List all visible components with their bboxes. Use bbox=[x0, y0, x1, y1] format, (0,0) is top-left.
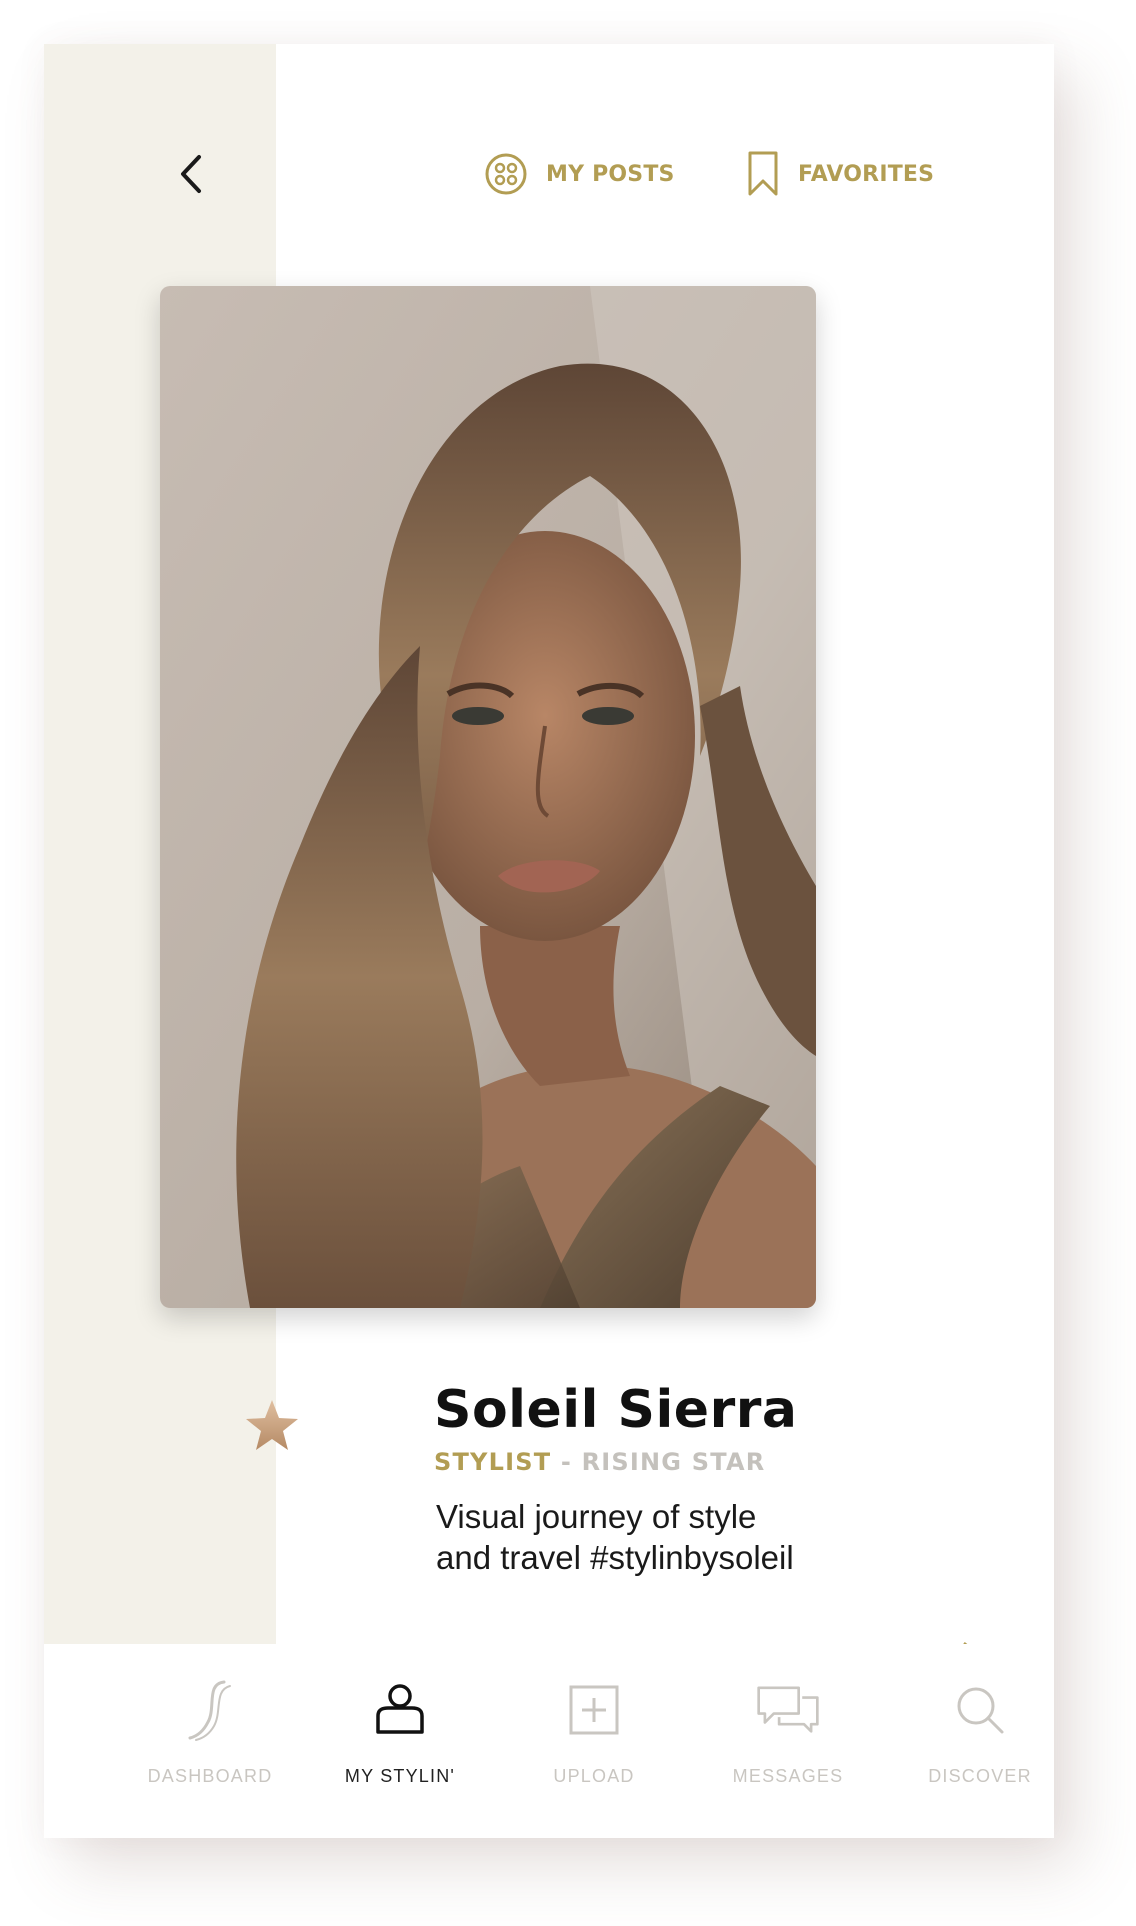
tab-discover-label: DISCOVER bbox=[928, 1766, 1032, 1786]
chevron-left-icon bbox=[181, 155, 201, 193]
tab-discover[interactable]: DISCOVER bbox=[890, 1678, 1054, 1808]
search-icon bbox=[957, 1687, 1004, 1734]
bio-line-2: and travel #stylinbysoleil bbox=[436, 1539, 794, 1576]
profile-name: Soleil Sierra bbox=[434, 1380, 798, 1440]
plus-square-icon bbox=[569, 1685, 619, 1735]
profile-role: STYLIST - RISING STAR bbox=[434, 1448, 765, 1476]
tab-upload[interactable]: UPLOAD bbox=[504, 1678, 684, 1808]
swoosh-icon bbox=[188, 1680, 231, 1741]
tab-dashboard-label: DASHBOARD bbox=[147, 1766, 273, 1786]
tab-my-stylin[interactable]: MY STYLIN' bbox=[310, 1678, 490, 1808]
favorites-button[interactable]: FAVORITES bbox=[746, 146, 934, 202]
tab-dashboard[interactable]: DASHBOARD bbox=[120, 1678, 300, 1808]
chat-bubbles-icon bbox=[757, 1686, 819, 1733]
bio-line-1: Visual journey of style bbox=[436, 1498, 757, 1535]
my-posts-label: MY POSTS bbox=[546, 161, 675, 187]
favorites-label: FAVORITES bbox=[798, 161, 935, 187]
role-secondary: - RISING STAR bbox=[551, 1448, 766, 1476]
grid-circle-icon bbox=[485, 153, 527, 195]
profile-screen: MY POSTS FAVORITES Soleil Sierra STYLIST… bbox=[44, 44, 1054, 1838]
tab-my-stylin-label: MY STYLIN' bbox=[344, 1766, 456, 1786]
role-primary: STYLIST bbox=[434, 1448, 552, 1476]
star-icon bbox=[246, 1400, 298, 1450]
my-posts-button[interactable]: MY POSTS bbox=[484, 146, 675, 202]
portrait-photo bbox=[160, 286, 816, 1308]
profile-bio: Visual journey of style and travel #styl… bbox=[436, 1496, 956, 1578]
back-button[interactable] bbox=[162, 144, 222, 204]
tab-messages[interactable]: MESSAGES bbox=[698, 1678, 878, 1808]
bottom-tab-bar: DASHBOARD MY STYLIN' UPLOAD MESSAGES DIS… bbox=[44, 1644, 1054, 1838]
tab-messages-label: MESSAGES bbox=[732, 1766, 844, 1786]
tab-upload-label: UPLOAD bbox=[553, 1766, 635, 1786]
bookmark-icon bbox=[748, 151, 778, 196]
user-icon bbox=[376, 1684, 424, 1734]
